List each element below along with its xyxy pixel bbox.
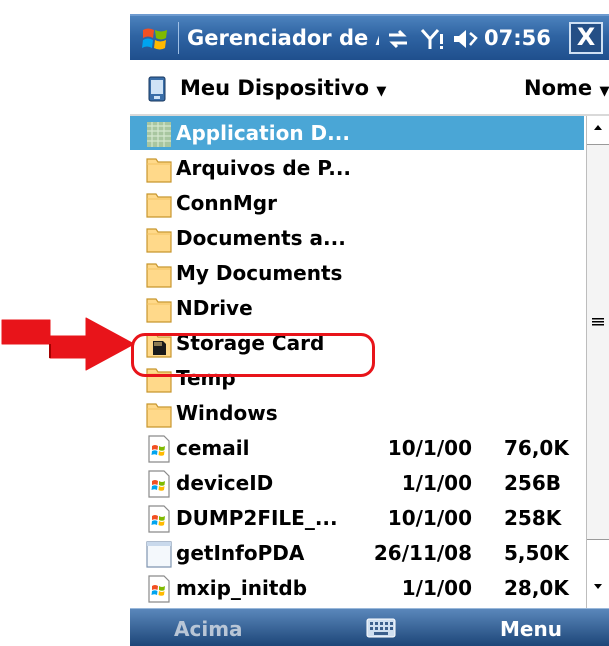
title-bar: Gerenciador de Arquivos 07:56 X: [130, 14, 609, 60]
list-item-name: My Documents: [176, 261, 343, 285]
softkey-menu-button[interactable]: Menu: [500, 615, 562, 643]
list-item[interactable]: Arquivos de P...: [130, 151, 584, 185]
list-item-name: mxip_initdb: [176, 576, 308, 600]
location-bar: Meu Dispositivo ▼ Nome ▼: [130, 60, 609, 116]
connectivity-icon[interactable]: [385, 26, 411, 52]
device-icon: [148, 76, 166, 102]
annotation-pointer-arrow-icon: [1, 317, 135, 371]
list-item-date: 10/1/00: [387, 436, 472, 460]
chevron-down-icon: ▼: [376, 84, 387, 99]
scroll-down-arrow-icon[interactable]: [587, 574, 609, 600]
folder-icon: [146, 193, 172, 218]
list-item-name: Application D...: [176, 121, 350, 145]
scroll-thumb[interactable]: [587, 144, 609, 540]
list-item[interactable]: mxip_initdb 1/1/00 28,0K: [130, 571, 584, 605]
windows-start-icon[interactable]: [140, 24, 170, 54]
folder-icon: [146, 158, 172, 183]
list-item-size: 258K: [504, 506, 562, 530]
volume-icon[interactable]: [452, 26, 482, 52]
annotation-highlight-ellipse: [131, 333, 375, 377]
close-button[interactable]: X: [569, 22, 603, 54]
title-separator: [178, 22, 179, 54]
list-item-name: getInfoPDA: [176, 541, 305, 565]
list-item-date: 1/1/00: [401, 576, 472, 600]
program-file-icon: [148, 505, 170, 533]
folder-dropdown-label: Meu Dispositivo: [180, 76, 370, 100]
list-item[interactable]: Documents a...: [130, 221, 584, 255]
blank-file-icon: [146, 541, 172, 568]
scrollbar[interactable]: [586, 116, 609, 608]
list-item-date: 10/1/00: [387, 506, 472, 530]
list-item-name: NDrive: [176, 296, 253, 320]
folder-icon: [146, 298, 172, 323]
chevron-down-icon: ▼: [599, 84, 609, 99]
device-screen: Gerenciador de Arquivos 07:56 X Meu Disp…: [130, 0, 609, 646]
list-item[interactable]: DUMP2FILE_... 10/1/00 258K: [130, 501, 584, 535]
program-file-icon: [148, 470, 170, 498]
list-item[interactable]: NDrive: [130, 291, 584, 325]
sort-dropdown-label: Nome: [524, 76, 593, 100]
app-title: Gerenciador de Arquivos: [187, 26, 379, 50]
grip-icon: [592, 318, 604, 326]
list-item[interactable]: Application D...: [130, 116, 584, 150]
list-item[interactable]: My Documents: [130, 256, 584, 290]
list-item-name: cemail: [176, 436, 250, 460]
special-folder-icon: [147, 122, 171, 147]
softkey-bar: Acima Menu: [130, 608, 609, 646]
list-item-name: Documents a...: [176, 226, 346, 250]
folder-dropdown[interactable]: Meu Dispositivo ▼: [180, 74, 386, 106]
list-item[interactable]: ConnMgr: [130, 186, 584, 220]
list-item-size: 5,50K: [504, 541, 569, 565]
folder-icon: [146, 403, 172, 428]
list-item-name: ConnMgr: [176, 191, 277, 215]
list-item-name: Windows: [176, 401, 278, 425]
list-item-size: 256B: [504, 471, 561, 495]
list-item-date: 26/11/08: [373, 541, 472, 565]
list-item[interactable]: getInfoPDA 26/11/08 5,50K: [130, 536, 584, 570]
signal-icon[interactable]: [419, 26, 445, 52]
program-file-icon: [148, 435, 170, 463]
softkey-up-button[interactable]: Acima: [174, 615, 243, 643]
list-item[interactable]: deviceID 1/1/00 256B: [130, 466, 584, 500]
list-item[interactable]: Windows: [130, 396, 584, 430]
folder-icon: [146, 228, 172, 253]
scroll-up-arrow-icon[interactable]: [587, 116, 609, 140]
list-item-size: 76,0K: [504, 436, 569, 460]
sort-dropdown[interactable]: Nome ▼: [524, 74, 609, 106]
list-item-size: 28,0K: [504, 576, 569, 600]
keyboard-icon[interactable]: [366, 617, 396, 639]
list-item[interactable]: cemail 10/1/00 76,0K: [130, 431, 584, 465]
list-item-name: Arquivos de P...: [176, 156, 352, 180]
program-file-icon: [148, 575, 170, 603]
folder-icon: [146, 263, 172, 288]
clock[interactable]: 07:56: [484, 24, 551, 52]
list-item-date: 1/1/00: [401, 471, 472, 495]
list-item-name: DUMP2FILE_...: [176, 506, 338, 530]
list-item-name: deviceID: [176, 471, 274, 495]
